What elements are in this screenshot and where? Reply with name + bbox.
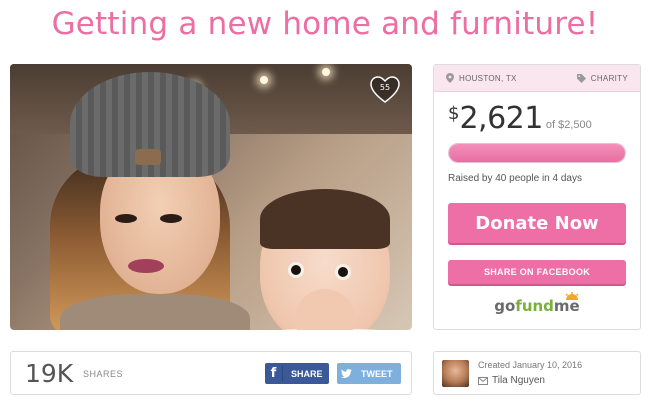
facebook-icon: f	[265, 366, 283, 381]
photo-eye	[115, 214, 137, 223]
photo-eye-child	[335, 264, 351, 280]
progress-fill	[449, 144, 625, 162]
twitter-icon	[337, 369, 355, 378]
amount-raised: $ 2,621 of $2,500	[448, 101, 592, 136]
tweet-label: TWEET	[361, 368, 393, 379]
logo-go: go	[494, 297, 516, 315]
creator-name: Tila Nguyen	[492, 375, 545, 386]
photo-hair-child	[260, 189, 390, 249]
photo-beanie-patch	[135, 149, 161, 165]
creator-contact[interactable]: Tila Nguyen	[478, 375, 545, 386]
currency-symbol: $	[448, 103, 460, 124]
category[interactable]: CHARITY	[576, 73, 628, 83]
photo-eye-child	[288, 262, 304, 278]
location-pin-icon	[446, 73, 454, 83]
logo-fund: fund	[515, 297, 554, 315]
shares-panel: 19K SHARES f SHARE TWEET	[10, 351, 412, 395]
photo-lips	[128, 259, 164, 273]
donate-now-button[interactable]: Donate Now	[448, 203, 626, 243]
raised-amount: 2,621	[459, 101, 543, 136]
tag-icon	[576, 73, 586, 83]
page-title: Getting a new home and furniture!	[51, 6, 599, 42]
shares-label: SHARES	[83, 369, 124, 379]
facebook-share-label: SHARE	[291, 368, 323, 379]
ceiling-light	[322, 68, 330, 76]
location: HOUSTON, TX	[446, 73, 517, 83]
category-label: CHARITY	[590, 73, 628, 83]
tweet-button[interactable]: TWEET	[337, 363, 401, 384]
facebook-share-button[interactable]: f SHARE	[265, 363, 329, 384]
created-date: Created January 10, 2016	[478, 360, 583, 370]
donate-card: HOUSTON, TX CHARITY $ 2,621 of $2,500 Ra…	[433, 64, 641, 330]
progress-bar	[448, 143, 626, 163]
envelope-icon	[478, 376, 488, 385]
share-on-facebook-button[interactable]: SHARE ON FACEBOOK	[448, 260, 626, 284]
raised-by-text: Raised by 40 people in 4 days	[448, 173, 582, 184]
creator-panel: Created January 10, 2016 Tila Nguyen	[433, 351, 641, 395]
gofundme-logo[interactable]: gofundme	[448, 292, 626, 315]
goal-text: of $2,500	[545, 119, 592, 131]
photo-eye	[160, 214, 182, 223]
card-meta: HOUSTON, TX CHARITY	[434, 65, 640, 92]
ceiling-light	[260, 76, 268, 84]
shares-count: 19K	[25, 359, 74, 388]
campaign-photo	[10, 64, 412, 330]
location-label: HOUSTON, TX	[459, 73, 517, 83]
likes-count: 55	[379, 83, 391, 92]
photo-shirt	[60, 294, 250, 330]
twitter-bird-icon	[340, 369, 352, 378]
logo-sun-icon	[565, 292, 579, 300]
avatar[interactable]	[442, 360, 469, 387]
